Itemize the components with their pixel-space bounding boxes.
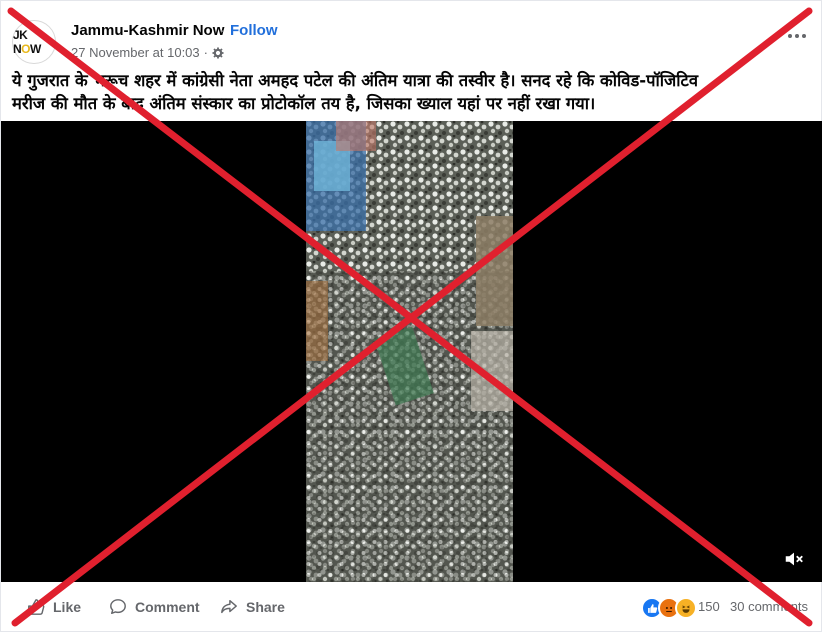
reaction-count[interactable]: 150 <box>698 599 720 614</box>
post-meta: 27 November at 10:03 · <box>71 45 224 60</box>
thumbs-up-icon <box>28 599 45 615</box>
speaker-muted-icon[interactable] <box>783 548 805 570</box>
more-options-button[interactable] <box>787 23 807 44</box>
caption-line-1: ये गुजरात के भरूच शहर में कांग्रेसी नेता… <box>12 71 699 90</box>
page-name[interactable]: Jammu-Kashmir Now <box>71 22 224 39</box>
meta-separator: · <box>203 45 208 60</box>
share-button[interactable]: Share <box>220 591 285 623</box>
like-label: Like <box>53 599 82 615</box>
facebook-post: JK NOW Jammu-Kashmir Now · Follow 27 Nov… <box>0 0 822 632</box>
post-timestamp[interactable]: 27 November at 10:03 <box>71 45 200 60</box>
share-icon <box>221 599 237 614</box>
caption-line-2: मरीज की मौत के बाद अंतिम संस्कार का प्रो… <box>12 94 596 113</box>
follow-button[interactable]: Follow <box>230 22 278 39</box>
comment-label: Comment <box>135 599 200 615</box>
comments-count[interactable]: 30 comments <box>730 599 808 614</box>
comment-button[interactable]: Comment <box>109 591 200 623</box>
gear-icon[interactable] <box>212 47 224 59</box>
share-label: Share <box>246 599 285 615</box>
header-separator: · <box>220 22 225 39</box>
ellipsis-icon <box>788 34 806 38</box>
like-button[interactable]: Like <box>27 591 81 623</box>
haha-reaction-icon <box>675 597 697 619</box>
post-caption: ये गुजरात के भरूच शहर में कांग्रेसी नेता… <box>12 69 812 115</box>
comment-icon <box>110 599 126 615</box>
crowd-scene-image <box>306 121 513 582</box>
reactions-summary[interactable] <box>641 597 697 619</box>
video-player[interactable] <box>1 121 822 582</box>
video-frame-crowd-image <box>306 121 513 582</box>
page-avatar[interactable]: JK NOW <box>12 20 56 64</box>
avatar-logo-text: JK NOW <box>13 28 41 56</box>
